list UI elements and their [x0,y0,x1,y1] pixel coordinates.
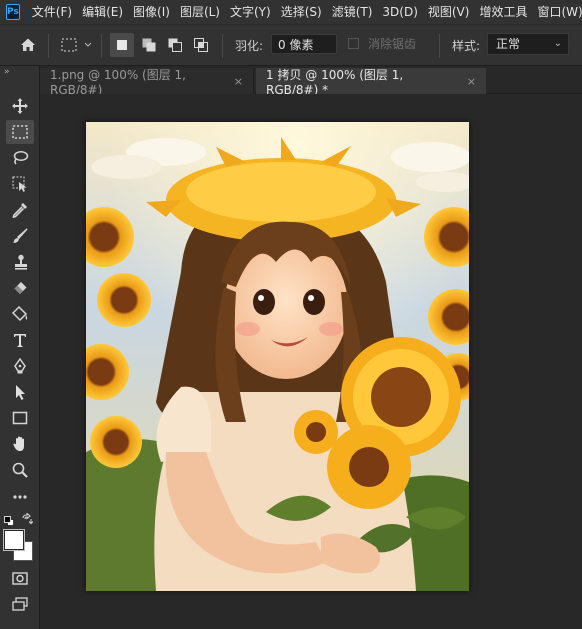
menu-edit[interactable]: 编辑(E) [77,0,128,24]
intersect-selection-button[interactable] [189,33,213,57]
style-select-value: 正常 [496,37,521,51]
menu-file[interactable]: 文件(F) [27,0,77,24]
paint-bucket-tool-icon[interactable] [6,302,34,326]
subtract-from-selection-button[interactable] [163,33,187,57]
tab-label: 1.png @ 100% (图层 1, RGB/8#) [50,67,186,97]
style-label: 样式: [452,39,481,53]
tab-document-1[interactable]: 1.png @ 100% (图层 1, RGB/8#) × [40,67,254,97]
quick-mask-icon[interactable] [6,566,34,590]
eraser-tool-icon[interactable] [6,276,34,300]
document-tabs: 1.png @ 100% (图层 1, RGB/8#) × 1 拷贝 @ 100… [40,66,582,97]
collapse-panel-icon[interactable]: » [4,67,9,77]
tab-label: 1 拷贝 @ 100% (图层 1, RGB/8#) * [266,67,404,97]
chevron-down-icon: ⌄ [553,38,562,49]
divider [222,34,223,58]
style-select[interactable]: 正常 ⌄ [487,33,569,55]
rectangle-tool-icon[interactable] [6,406,34,430]
swap-colors-icon[interactable] [21,512,34,525]
feather-input[interactable]: 0 像素 [271,34,337,54]
clone-stamp-tool-icon[interactable] [6,250,34,274]
close-icon[interactable]: × [234,75,243,88]
marquee-preset-picker[interactable] [57,33,97,57]
move-tool-icon[interactable] [6,94,34,118]
anti-alias-checkbox[interactable] [348,38,359,49]
feather-label: 羽化: [235,39,264,53]
lasso-tool-icon[interactable] [6,146,34,170]
menu-view[interactable]: 视图(V) [423,0,475,24]
more-tools-icon[interactable] [6,484,34,508]
menu-bar: Ps 文件(F) 编辑(E) 图像(I) 图层(L) 文字(Y) 选择(S) 滤… [0,0,582,24]
path-selection-tool-icon[interactable] [6,380,34,404]
menu-filter[interactable]: 滤镜(T) [327,0,378,24]
close-icon[interactable]: × [467,75,476,88]
menu-layer[interactable]: 图层(L) [175,0,225,24]
divider [48,34,49,58]
add-to-selection-button[interactable] [137,33,161,57]
new-selection-button[interactable] [110,33,134,57]
photoshop-logo[interactable]: Ps [6,4,20,20]
eyedropper-tool-icon[interactable] [6,198,34,222]
sunflower-girl-illustration [86,122,469,591]
divider [101,34,102,58]
menu-image[interactable]: 图像(I) [128,0,175,24]
menu-3d[interactable]: 3D(D) [377,0,422,24]
brush-tool-icon[interactable] [6,224,34,248]
pen-tool-icon[interactable] [6,354,34,378]
foreground-color-swatch[interactable] [4,530,24,550]
marquee-tool-icon[interactable] [6,120,34,144]
type-tool-icon[interactable] [6,328,34,352]
menu-window[interactable]: 窗口(W) [532,0,582,24]
canvas-image[interactable] [86,122,469,591]
anti-alias-label: 消除锯齿 [368,37,417,51]
zoom-tool-icon[interactable] [6,458,34,482]
tools-panel: » [0,66,40,629]
default-colors-icon[interactable] [4,515,14,526]
menu-select[interactable]: 选择(S) [276,0,327,24]
menu-type[interactable]: 文字(Y) [225,0,276,24]
divider [439,34,440,58]
menu-plugins[interactable]: 增效工具 [474,0,532,24]
tab-document-2[interactable]: 1 拷贝 @ 100% (图层 1, RGB/8#) * × [256,67,486,97]
hand-tool-icon[interactable] [6,432,34,456]
home-icon[interactable] [14,33,42,57]
object-selection-tool-icon[interactable] [6,172,34,196]
screen-mode-icon[interactable] [6,592,34,616]
